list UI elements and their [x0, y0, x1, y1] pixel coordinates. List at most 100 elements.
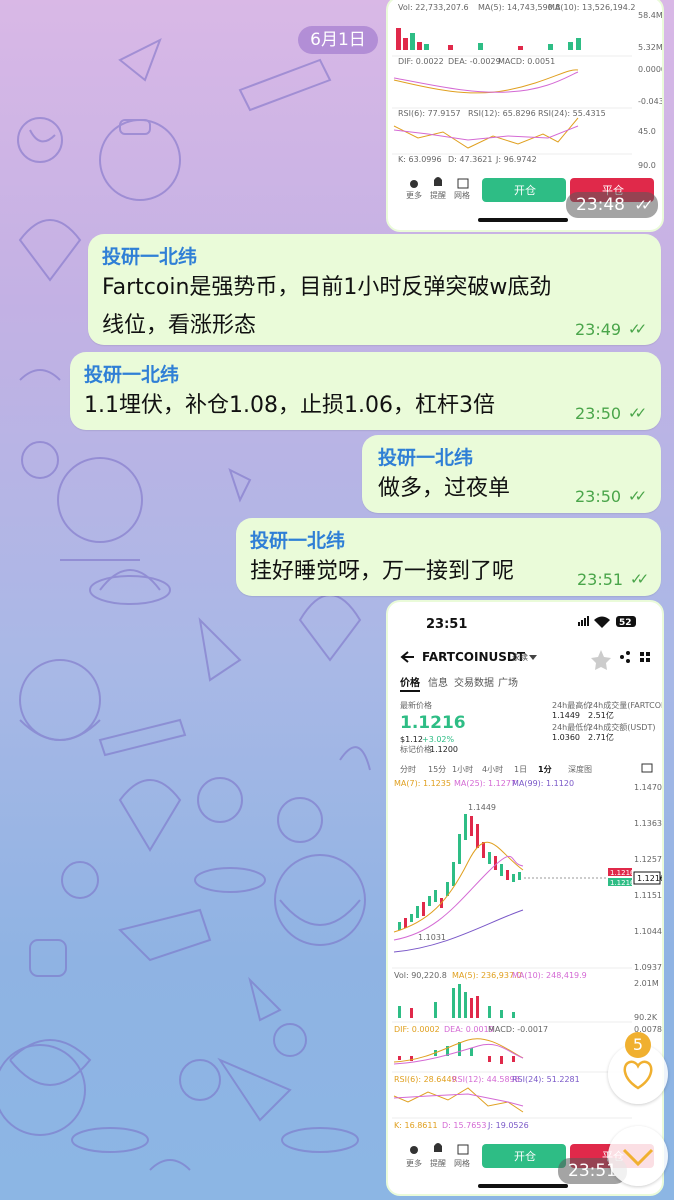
ma7-label: MA(7): 1.1235 — [394, 779, 451, 788]
kdj-axis: 90.0 — [638, 161, 656, 170]
read-check-icon: ✓✓ — [628, 487, 647, 505]
battery-level: 52 — [619, 618, 632, 628]
message-sender: 投研一北纬 — [250, 530, 346, 552]
rsi24-label: RSI(24): 55.4315 — [538, 109, 606, 118]
volume-bars — [398, 984, 515, 1018]
price-change: +3.02% — [422, 735, 455, 744]
usd-price: $1.12 — [400, 735, 423, 744]
message-line: Fartcoin是强势币，目前1小时反弹突破w底劲 — [102, 275, 552, 300]
top-screenshot-time-text: 23:48 — [576, 195, 625, 215]
message-bubble[interactable]: 投研一北纬 1.1埋伏，补仓1.08，止损1.06，杠杆3倍 23:50 ✓✓ — [70, 352, 661, 430]
bell-icon — [434, 177, 442, 186]
grid-icon — [457, 1144, 469, 1155]
message-bubble[interactable]: 投研一北纬 Fartcoin是强势币，目前1小时反弹突破w底劲 线位，看涨形态 … — [88, 234, 661, 345]
peak-label: 1.1449 — [468, 803, 496, 812]
axis-label: 1.1044 — [634, 927, 662, 936]
vol-label: Vol: 90,220.8 — [394, 971, 447, 980]
candlesticks — [398, 814, 521, 930]
chart-settings-icon — [641, 763, 653, 773]
symbol-title: FARTCOINUSDT — [422, 650, 526, 664]
tab-info: 信息 — [428, 676, 448, 689]
vol-axis: 90.2K — [634, 1013, 658, 1022]
home-indicator — [478, 218, 568, 222]
rsi12-label: RSI(12): 44.5898 — [452, 1075, 520, 1084]
interval-1h: 1小时 — [452, 764, 473, 774]
vol-coin-label: 24h成交量(FARTCOIN) — [588, 700, 662, 710]
message-line: 挂好睡觉呀，万一接到了呢 — [250, 559, 515, 584]
open-button-label: 开仓 — [514, 1149, 536, 1163]
mark-price: 1.1200 — [430, 745, 458, 754]
volume-bars-top — [396, 28, 581, 50]
interval-4h: 4小时 — [482, 764, 503, 774]
date-separator: 6月1日 — [298, 26, 378, 54]
message-line: 1.1埋伏，补仓1.08，止损1.06，杠杆3倍 — [84, 393, 495, 418]
axis-label: 1.0937 — [634, 963, 662, 972]
dif-label: DIF: 0.0022 — [398, 57, 444, 66]
read-check-icon: ✓✓ — [634, 196, 653, 214]
current-price-marker: 1.1216 — [637, 874, 662, 883]
vol-coin-value: 2.51亿 — [588, 710, 614, 720]
vol-axis-1: 58.4M — [638, 11, 662, 20]
perp-label: 永续 — [512, 652, 528, 662]
message-line: 做多，过夜单 — [378, 476, 511, 501]
kdj-d: D: 15.7653 — [442, 1121, 486, 1130]
rsi-axis: 45.0 — [638, 127, 656, 136]
signal-icon — [578, 616, 589, 626]
open-button-label: 开仓 — [514, 183, 536, 197]
message-sender: 投研一北纬 — [84, 364, 180, 386]
high-label: 24h最高价 — [552, 700, 591, 710]
remind-label: 提醒 — [430, 190, 446, 200]
read-check-icon: ✓✓ — [630, 570, 649, 588]
macd-axis-2: -0.0431 — [638, 97, 662, 106]
status-time: 23:51 — [426, 617, 467, 632]
vol-axis: 2.01M — [634, 979, 659, 988]
message-bubble[interactable]: 投研一北纬 做多，过夜单 23:50 ✓✓ — [362, 435, 661, 513]
ma25-label: MA(25): 1.1277 — [454, 779, 516, 788]
vol-usdt-value: 2.71亿 — [588, 732, 614, 742]
vol-label: Vol: 22,733,207.6 — [398, 3, 469, 12]
dropdown-icon — [529, 655, 537, 660]
kdj-j: J: 19.0526 — [487, 1121, 529, 1130]
share-icon — [620, 651, 630, 663]
top-screenshot-time: 23:48 ✓✓ — [566, 192, 658, 218]
star-icon — [591, 650, 611, 670]
remind-label: 提醒 — [430, 1158, 446, 1168]
dea-label: DEA: -0.0029 — [448, 57, 501, 66]
grid-icon — [457, 178, 469, 189]
grid-label: 网格 — [454, 1158, 470, 1168]
more-icon — [410, 1146, 418, 1154]
bottom-label: 1.1031 — [418, 933, 446, 942]
interval-15m: 15分 — [428, 765, 446, 774]
more-icon — [410, 180, 418, 188]
axis-label: 1.1151 — [634, 891, 662, 900]
vol-usdt-label: 24h成交额(USDT) — [588, 722, 655, 732]
chevron-down-icon — [622, 1148, 654, 1167]
vol-axis-2: 5.32M — [638, 43, 662, 52]
message-time: 23:49 — [575, 320, 622, 339]
tab-square: 广场 — [498, 676, 518, 689]
price-tag: 1.1216 — [610, 869, 635, 877]
chart-screenshot-bottom[interactable]: 23:51 52 FARTCOINUSDT 永续 价格 信息 交易数据 广场 最… — [386, 600, 664, 1196]
rsi24-label: RSI(24): 51.2281 — [512, 1075, 580, 1084]
macd-label: MACD: 0.0051 — [498, 57, 555, 66]
message-time: 23:50 — [575, 404, 622, 423]
more-label: 更多 — [406, 1158, 422, 1168]
low-value: 1.0360 — [552, 733, 580, 742]
rsi12-label: RSI(12): 65.8296 — [468, 109, 536, 118]
back-arrow-icon — [400, 651, 414, 663]
chart-screenshot-top[interactable]: Vol: 22,733,207.6 MA(5): 14,743,590.8 MA… — [386, 0, 664, 232]
message-line: 线位，看涨形态 — [102, 313, 257, 338]
message-sender: 投研一北纬 — [378, 447, 474, 469]
low-label: 24h最低价 — [552, 722, 591, 732]
interval-line: 分时 — [400, 764, 416, 774]
scroll-down-button[interactable] — [608, 1126, 668, 1186]
message-time: 23:50 — [575, 487, 622, 506]
read-check-icon: ✓✓ — [628, 320, 647, 338]
interval-1d: 1日 — [514, 765, 527, 774]
depth-chart-tab: 深度图 — [568, 764, 592, 774]
interval-1m: 1分 — [538, 764, 552, 774]
message-time: 23:51 — [577, 570, 624, 589]
rsi6-label: RSI(6): 77.9157 — [398, 109, 461, 118]
message-bubble[interactable]: 投研一北纬 挂好睡觉呀，万一接到了呢 23:51 ✓✓ — [236, 518, 661, 596]
macd-axis-1: 0.0000 — [638, 65, 662, 74]
